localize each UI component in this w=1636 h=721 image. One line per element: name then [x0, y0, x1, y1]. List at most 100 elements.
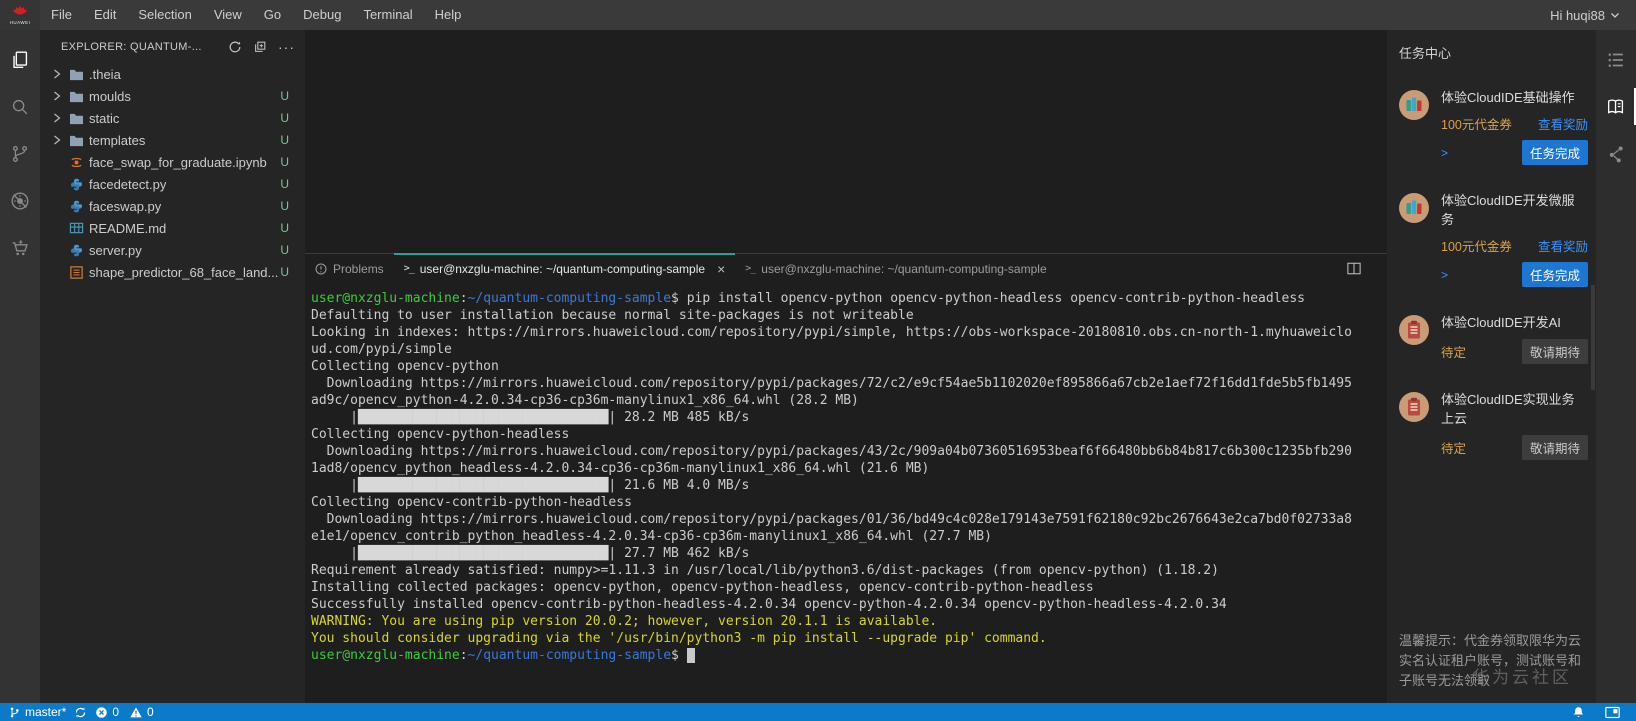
close-icon[interactable]: × — [717, 262, 725, 276]
untracked-badge: U — [280, 89, 289, 103]
share-icon[interactable] — [1596, 130, 1636, 177]
tree-item-label: facedetect.py — [89, 176, 167, 192]
terminal-icon: >_ — [403, 263, 415, 274]
terminal-text: ad9c/opencv_python-4.2.0.34-cp36-cp36m-m… — [311, 393, 859, 408]
branch-icon — [10, 707, 19, 717]
tab-terminal-1[interactable]: >_ user@nxzglu-machine: ~/quantum-computi… — [393, 253, 736, 283]
debug-icon[interactable] — [0, 177, 40, 224]
task-reward-row: 待定 敬请期待 — [1441, 435, 1588, 460]
tree-item-server.py[interactable]: server.py U — [40, 239, 305, 261]
menu-item-terminal[interactable]: Terminal — [352, 0, 423, 30]
tree-item-static[interactable]: static U — [40, 107, 305, 129]
terminal-text: ████████████████████████████████ — [357, 478, 609, 493]
extensions-icon[interactable] — [0, 224, 40, 271]
terminal-line: Collecting opencv-python-headless — [311, 426, 1387, 443]
menu-item-help[interactable]: Help — [424, 0, 473, 30]
view-reward-link[interactable]: 查看奖励 — [1538, 114, 1588, 133]
huawei-logo-text: HUAWEI — [9, 20, 31, 25]
task-card: 体验CloudIDE开发微服务 100元代金券 查看奖励 > 任务完成 — [1399, 191, 1588, 287]
menu-item-edit[interactable]: Edit — [83, 0, 127, 30]
menu-item-go[interactable]: Go — [253, 0, 292, 30]
tree-item-face-swap-for-graduate.ipynb[interactable]: face_swap_for_graduate.ipynb U — [40, 151, 305, 173]
clipboard-icon — [1399, 392, 1429, 422]
sync-button[interactable] — [74, 706, 87, 719]
git-branch-item[interactable]: master* — [8, 705, 66, 719]
untracked-badge: U — [280, 111, 289, 125]
books-icon — [1399, 193, 1429, 223]
task-complete-button[interactable]: 任务完成 — [1521, 140, 1588, 165]
tree-item-moulds[interactable]: moulds U — [40, 85, 305, 107]
task-list-icon[interactable] — [1596, 36, 1636, 83]
chevron-down-icon — [1611, 13, 1619, 18]
terminal-text: : — [459, 291, 468, 306]
tree-item-facedetect.py[interactable]: facedetect.py U — [40, 173, 305, 195]
task-reward-row: 100元代金券 查看奖励 — [1441, 114, 1588, 133]
handbook-icon[interactable] — [1596, 83, 1636, 130]
editor-empty-area[interactable] — [305, 30, 1387, 253]
coming-soon-chip: 敬请期待 — [1521, 435, 1588, 460]
screen-icon[interactable] — [1605, 706, 1620, 719]
task-complete-button[interactable]: 任务完成 — [1521, 262, 1588, 287]
tree-item-templates[interactable]: templates U — [40, 129, 305, 151]
books-icon — [1399, 90, 1429, 120]
problems-summary[interactable]: 0 0 — [95, 705, 154, 719]
terminal-text: $ — [671, 648, 687, 663]
terminal-text: You should consider upgrading via the '/… — [311, 631, 1047, 646]
source-control-icon[interactable] — [0, 130, 40, 177]
terminal-line: 1ad8/opencv_python_headless-4.2.0.34-cp3… — [311, 460, 1387, 477]
expand-task-chevron[interactable]: > — [1441, 146, 1448, 160]
files-icon[interactable] — [0, 36, 40, 83]
task-center-panel: 任务中心 体验CloudIDE基础操作 100元代金券 查看奖励 > 任务完成 体验Clo… — [1387, 30, 1596, 703]
menu-item-file[interactable]: File — [40, 0, 83, 30]
menu-item-selection[interactable]: Selection — [127, 0, 202, 30]
terminal-line: e1e1/opencv_contrib_python_headless-4.2.… — [311, 528, 1387, 545]
watermark: 华为云社区 — [1472, 668, 1572, 687]
user-menu[interactable]: Hi huqi88 — [1550, 8, 1636, 23]
terminal-output[interactable]: user@nxzglu-machine:~/quantum-computing-… — [305, 283, 1387, 703]
panel-scrollbar[interactable] — [1591, 285, 1595, 390]
chevron-right-icon — [53, 135, 68, 145]
terminal-text: Collecting opencv-python-headless — [311, 427, 570, 442]
expand-task-chevron[interactable]: > — [1441, 268, 1448, 282]
view-reward-link[interactable]: 查看奖励 — [1538, 236, 1588, 255]
menu-item-debug[interactable]: Debug — [292, 0, 352, 30]
more-actions-icon[interactable]: ··· — [278, 39, 295, 55]
task-reward: 待定 — [1441, 442, 1467, 456]
tab-label: user@nxzglu-machine: ~/quantum-computing… — [761, 261, 1047, 276]
terminal-line: ad9c/opencv_python-4.2.0.34-cp36-cp36m-m… — [311, 392, 1387, 409]
tab-label: Problems — [333, 261, 384, 276]
bottom-panel: Problems >_ user@nxzglu-machine: ~/quantum… — [305, 253, 1387, 703]
task-reward: 待定 — [1441, 346, 1467, 360]
tree-item-faceswap.py[interactable]: faceswap.py U — [40, 195, 305, 217]
tab-terminal-2[interactable]: >_ user@nxzglu-machine: ~/quantum-computi… — [735, 254, 1056, 283]
terminal-text: | — [311, 546, 358, 561]
terminal-line: user@nxzglu-machine:~/quantum-computing-… — [311, 647, 1387, 664]
explorer-title: EXPLORER: QUANTUM-... — [61, 40, 202, 53]
tree-item-README.md[interactable]: README.md U — [40, 217, 305, 239]
dat-icon — [68, 264, 84, 280]
py-icon — [68, 242, 84, 258]
ipynb-icon — [68, 154, 84, 170]
untracked-badge: U — [280, 199, 289, 213]
chevron-right-icon — [53, 91, 68, 101]
chevron-right-icon — [53, 113, 68, 123]
search-icon[interactable] — [0, 83, 40, 130]
terminal-text: e1e1/opencv_contrib_python_headless-4.2.… — [311, 529, 992, 544]
activity-bar-left — [0, 30, 40, 703]
collapse-all-icon[interactable] — [253, 40, 267, 54]
task-action-row: > 任务完成 — [1441, 262, 1588, 287]
untracked-badge: U — [280, 243, 289, 257]
menu-item-view[interactable]: View — [203, 0, 253, 30]
tree-item-shape-predictor-68-face-land...[interactable]: shape_predictor_68_face_land... U — [40, 261, 305, 283]
tab-problems[interactable]: Problems — [305, 254, 394, 283]
split-terminal-icon[interactable] — [1347, 254, 1361, 283]
terminal-text: Looking in indexes: https://mirrors.huaw… — [311, 325, 1352, 340]
terminal-text: Installing collected packages: opencv-py… — [311, 580, 1094, 595]
menu-bar: HUAWEI File Edit Selection View Go Debug Termi… — [0, 0, 1636, 30]
tree-item-.theia[interactable]: .theia — [40, 63, 305, 85]
bell-icon[interactable] — [1572, 706, 1585, 719]
terminal-text: | 27.7 MB 462 kB/s — [608, 546, 750, 561]
refresh-icon[interactable] — [228, 40, 242, 54]
task-card: 体验CloudIDE基础操作 100元代金券 查看奖励 > 任务完成 — [1399, 88, 1588, 165]
warning-icon — [130, 706, 142, 717]
